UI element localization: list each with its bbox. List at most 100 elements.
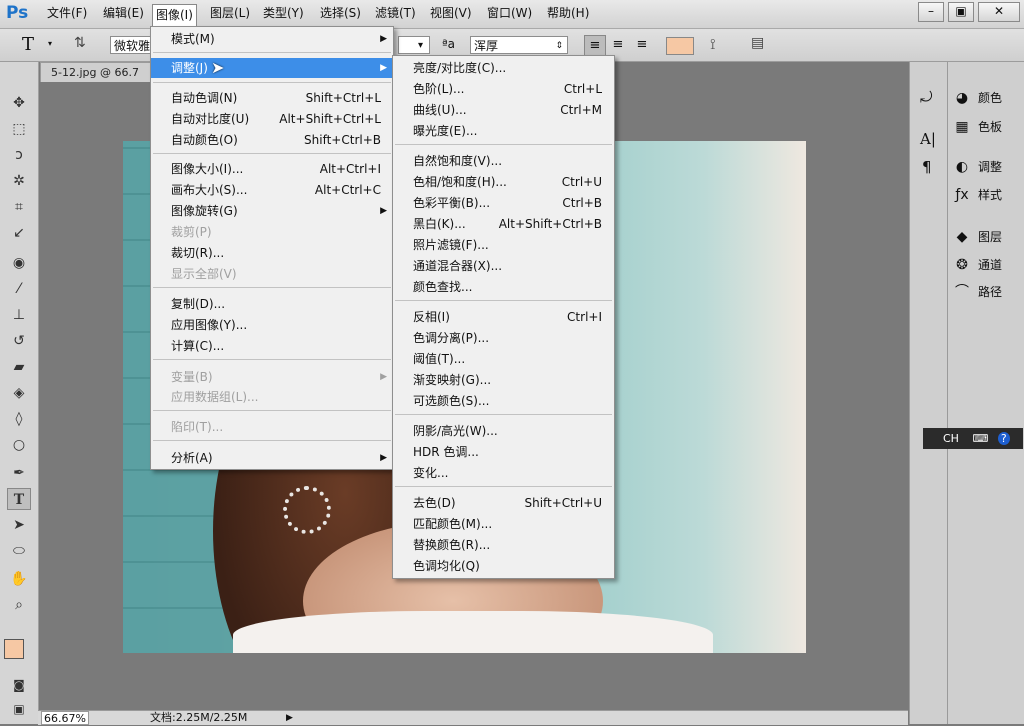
history-icon[interactable]: ⤾ bbox=[920, 88, 933, 106]
type-tool-icon[interactable]: T bbox=[22, 34, 34, 55]
minimize-button[interactable]: – bbox=[918, 2, 944, 22]
brush-tool-icon[interactable]: ⁄ bbox=[7, 278, 31, 300]
menu-item-vibrance[interactable]: 自然饱和度(V)... bbox=[393, 151, 614, 171]
menu-type[interactable]: 类型(Y) bbox=[260, 5, 307, 22]
eyedropper-icon[interactable]: ↙ bbox=[7, 222, 31, 244]
marquee-tool-icon[interactable]: ⬚ bbox=[7, 118, 31, 140]
move-tool-icon[interactable]: ✥ bbox=[7, 92, 31, 114]
menu-item-apply-image[interactable]: 应用图像(Y)... bbox=[151, 315, 393, 335]
chevron-down-icon: ⇕ bbox=[555, 41, 563, 51]
text-color-swatch[interactable] bbox=[666, 37, 694, 55]
foreground-color-swatch[interactable] bbox=[4, 639, 24, 659]
warp-text-icon[interactable]: ⟟ bbox=[710, 35, 716, 53]
menu-item-analysis[interactable]: 分析(A) ▶ bbox=[151, 448, 393, 468]
keyboard-icon[interactable]: ⌨ bbox=[972, 432, 988, 445]
antialias-dropdown[interactable]: 浑厚 ⇕ bbox=[470, 36, 568, 54]
menu-item-brightness-contrast[interactable]: 亮度/对比度(C)... bbox=[393, 58, 614, 78]
restore-button[interactable]: ▣ bbox=[948, 2, 974, 22]
menu-item-auto-contrast[interactable]: 自动对比度(U) Alt+Shift+Ctrl+L bbox=[151, 109, 393, 129]
align-right-icon[interactable]: ≡ bbox=[632, 35, 652, 55]
panel-paths[interactable]: ⌒ 路径 bbox=[952, 281, 1024, 303]
menu-item-gradient-map[interactable]: 渐变映射(G)... bbox=[393, 370, 614, 390]
menu-item-exposure[interactable]: 曝光度(E)... bbox=[393, 121, 614, 141]
zoom-tool-icon[interactable]: ⌕ bbox=[7, 594, 31, 616]
pen-tool-icon[interactable]: ✒ bbox=[7, 462, 31, 484]
healing-brush-icon[interactable]: ◉ bbox=[7, 252, 31, 274]
menu-item-duplicate[interactable]: 复制(D)... bbox=[151, 294, 393, 314]
menu-item-channel-mixer[interactable]: 通道混合器(X)... bbox=[393, 256, 614, 276]
character-panel-icon[interactable]: ▤ bbox=[751, 35, 764, 51]
menu-item-desaturate[interactable]: 去色(D) Shift+Ctrl+U bbox=[393, 493, 614, 513]
orientation-toggle-icon[interactable]: ⇅ bbox=[74, 35, 86, 51]
menu-layer[interactable]: 图层(L) bbox=[207, 5, 253, 22]
type-tool-icon[interactable]: T bbox=[7, 488, 31, 510]
menu-help[interactable]: 帮助(H) bbox=[544, 5, 592, 22]
document-tab[interactable]: 5-12.jpg @ 66.7 bbox=[40, 62, 152, 82]
menu-item-threshold[interactable]: 阈值(T)... bbox=[393, 349, 614, 369]
menu-item-canvas-size[interactable]: 画布大小(S)... Alt+Ctrl+C bbox=[151, 180, 393, 200]
menu-item-posterize[interactable]: 色调分离(P)... bbox=[393, 328, 614, 348]
menu-item-levels[interactable]: 色阶(L)... Ctrl+L bbox=[393, 79, 614, 99]
menu-item-invert[interactable]: 反相(I) Ctrl+I bbox=[393, 307, 614, 327]
align-center-icon[interactable]: ≡ bbox=[608, 35, 628, 55]
menu-window[interactable]: 窗口(W) bbox=[484, 5, 535, 22]
menu-item-curves[interactable]: 曲线(U)... Ctrl+M bbox=[393, 100, 614, 120]
lasso-tool-icon[interactable]: ↄ bbox=[7, 144, 31, 166]
menu-item-mode[interactable]: 模式(M) ▶ bbox=[151, 29, 393, 49]
menu-view[interactable]: 视图(V) bbox=[427, 5, 475, 22]
magic-wand-icon[interactable]: ✲ bbox=[7, 170, 31, 192]
quick-mask-icon[interactable]: ◙ bbox=[7, 674, 31, 696]
menu-item-hdr-toning[interactable]: HDR 色调... bbox=[393, 442, 614, 462]
menu-item-shadows-highlights[interactable]: 阴影/高光(W)... bbox=[393, 421, 614, 441]
panel-adjustments[interactable]: ◐ 调整 bbox=[952, 156, 1024, 178]
crop-tool-icon[interactable]: ⌗ bbox=[7, 196, 31, 218]
menu-item-variations[interactable]: 变化... bbox=[393, 463, 614, 483]
eraser-tool-icon[interactable]: ▰ bbox=[7, 356, 31, 378]
menu-item-equalize[interactable]: 色调均化(Q) bbox=[393, 556, 614, 576]
menu-item-calculations[interactable]: 计算(C)... bbox=[151, 336, 393, 356]
menu-item-black-white[interactable]: 黑白(K)... Alt+Shift+Ctrl+B bbox=[393, 214, 614, 234]
panel-swatches[interactable]: ▦ 色板 bbox=[952, 116, 1024, 138]
character-icon[interactable]: A| bbox=[920, 130, 936, 148]
panel-channels[interactable]: ❂ 通道 bbox=[952, 254, 1024, 276]
dodge-tool-icon[interactable]: ○ bbox=[7, 434, 31, 456]
menu-select[interactable]: 选择(S) bbox=[317, 5, 364, 22]
menu-image[interactable]: 图像(I) bbox=[152, 4, 197, 27]
menu-edit[interactable]: 编辑(E) bbox=[100, 5, 147, 22]
chevron-down-icon[interactable]: ▾ bbox=[48, 39, 52, 48]
zoom-field[interactable]: 66.67% bbox=[41, 711, 89, 725]
stamp-tool-icon[interactable]: ⊥ bbox=[7, 304, 31, 326]
menu-item-color-lookup[interactable]: 颜色查找... bbox=[393, 277, 614, 297]
history-brush-icon[interactable]: ↺ bbox=[7, 330, 31, 352]
ime-language[interactable]: CH bbox=[943, 432, 959, 445]
menu-item-selective-color[interactable]: 可选颜色(S)... bbox=[393, 391, 614, 411]
menu-filter[interactable]: 滤镜(T) bbox=[372, 5, 419, 22]
font-style-dropdown[interactable]: ▾ bbox=[398, 36, 430, 54]
blur-tool-icon[interactable]: ◊ bbox=[7, 408, 31, 430]
help-icon[interactable]: ? bbox=[997, 432, 1010, 445]
paragraph-icon[interactable]: ¶ bbox=[922, 158, 932, 176]
paint-bucket-icon[interactable]: ◈ bbox=[7, 382, 31, 404]
menu-item-auto-color[interactable]: 自动颜色(O) Shift+Ctrl+B bbox=[151, 130, 393, 150]
panel-styles[interactable]: ƒx 样式 bbox=[952, 184, 1024, 206]
menu-item-adjustments[interactable]: 调整(J) ▶ bbox=[151, 58, 393, 78]
menu-item-color-balance[interactable]: 色彩平衡(B)... Ctrl+B bbox=[393, 193, 614, 213]
panel-layers[interactable]: ◆ 图层 bbox=[952, 226, 1024, 248]
menu-item-auto-tone[interactable]: 自动色调(N) Shift+Ctrl+L bbox=[151, 88, 393, 108]
menu-item-trim[interactable]: 裁切(R)... bbox=[151, 243, 393, 263]
menu-item-image-size[interactable]: 图像大小(I)... Alt+Ctrl+I bbox=[151, 159, 393, 179]
close-button[interactable]: ✕ bbox=[978, 2, 1020, 22]
menu-item-replace-color[interactable]: 替换颜色(R)... bbox=[393, 535, 614, 555]
menu-item-hue-saturation[interactable]: 色相/饱和度(H)... Ctrl+U bbox=[393, 172, 614, 192]
menu-item-match-color[interactable]: 匹配颜色(M)... bbox=[393, 514, 614, 534]
chevron-right-icon[interactable]: ▶ bbox=[286, 711, 293, 725]
panel-color[interactable]: ◕ 颜色 bbox=[952, 87, 1024, 109]
menu-item-image-rotation[interactable]: 图像旋转(G) ▶ bbox=[151, 201, 393, 221]
align-left-icon[interactable]: ≡ bbox=[584, 35, 606, 57]
hand-tool-icon[interactable]: ✋ bbox=[7, 568, 31, 590]
screen-mode-icon[interactable]: ▣ bbox=[7, 698, 31, 720]
ellipse-tool-icon[interactable]: ⬭ bbox=[7, 540, 31, 562]
menu-item-photo-filter[interactable]: 照片滤镜(F)... bbox=[393, 235, 614, 255]
path-select-icon[interactable]: ➤ bbox=[7, 514, 31, 536]
menu-file[interactable]: 文件(F) bbox=[44, 5, 90, 22]
